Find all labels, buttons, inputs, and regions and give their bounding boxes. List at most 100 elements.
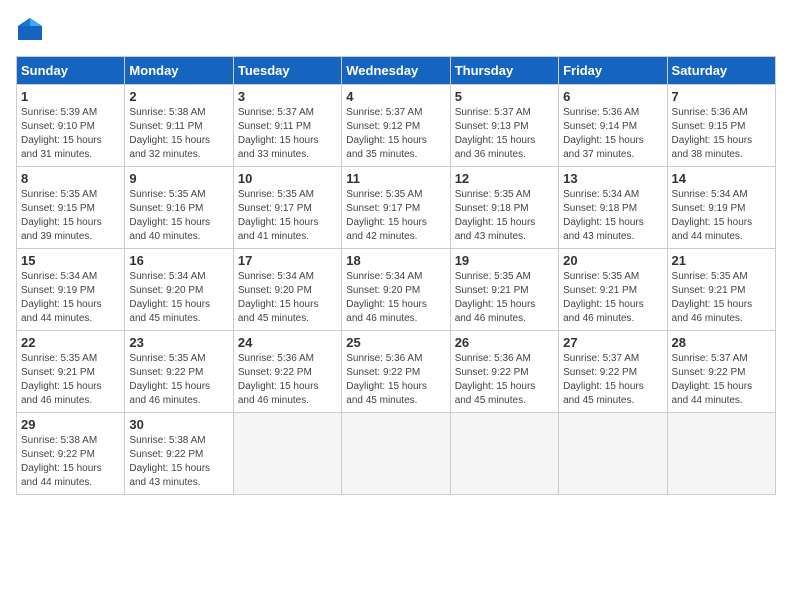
- calendar-day: 23 Sunrise: 5:35 AMSunset: 9:22 PMDaylig…: [125, 331, 233, 413]
- calendar-day: 24 Sunrise: 5:36 AMSunset: 9:22 PMDaylig…: [233, 331, 341, 413]
- calendar-day: 3 Sunrise: 5:37 AMSunset: 9:11 PMDayligh…: [233, 85, 341, 167]
- day-number: 14: [672, 171, 771, 186]
- day-info: Sunrise: 5:35 AMSunset: 9:21 PMDaylight:…: [672, 270, 771, 326]
- day-info: Sunrise: 5:38 AMSunset: 9:11 PMDaylight:…: [129, 106, 228, 162]
- day-info: Sunrise: 5:34 AMSunset: 9:20 PMDaylight:…: [238, 270, 337, 326]
- calendar-day: 30 Sunrise: 5:38 AMSunset: 9:22 PMDaylig…: [125, 413, 233, 495]
- day-number: 30: [129, 417, 228, 432]
- day-number: 17: [238, 253, 337, 268]
- calendar-day: 20 Sunrise: 5:35 AMSunset: 9:21 PMDaylig…: [559, 249, 667, 331]
- day-info: Sunrise: 5:37 AMSunset: 9:22 PMDaylight:…: [672, 352, 771, 408]
- header-day: Sunday: [17, 57, 125, 85]
- day-number: 13: [563, 171, 662, 186]
- day-info: Sunrise: 5:38 AMSunset: 9:22 PMDaylight:…: [129, 434, 228, 490]
- day-info: Sunrise: 5:35 AMSunset: 9:21 PMDaylight:…: [563, 270, 662, 326]
- calendar-day: 10 Sunrise: 5:35 AMSunset: 9:17 PMDaylig…: [233, 167, 341, 249]
- day-info: Sunrise: 5:35 AMSunset: 9:15 PMDaylight:…: [21, 188, 120, 244]
- calendar-day: 17 Sunrise: 5:34 AMSunset: 9:20 PMDaylig…: [233, 249, 341, 331]
- day-info: Sunrise: 5:34 AMSunset: 9:18 PMDaylight:…: [563, 188, 662, 244]
- day-info: Sunrise: 5:34 AMSunset: 9:19 PMDaylight:…: [672, 188, 771, 244]
- day-number: 10: [238, 171, 337, 186]
- calendar-week: 1 Sunrise: 5:39 AMSunset: 9:10 PMDayligh…: [17, 85, 776, 167]
- logo-icon: [16, 16, 44, 44]
- calendar-day: 18 Sunrise: 5:34 AMSunset: 9:20 PMDaylig…: [342, 249, 450, 331]
- calendar-day: [667, 413, 775, 495]
- day-number: 2: [129, 89, 228, 104]
- day-number: 18: [346, 253, 445, 268]
- calendar-day: 16 Sunrise: 5:34 AMSunset: 9:20 PMDaylig…: [125, 249, 233, 331]
- day-number: 29: [21, 417, 120, 432]
- calendar-week: 15 Sunrise: 5:34 AMSunset: 9:19 PMDaylig…: [17, 249, 776, 331]
- header-day: Saturday: [667, 57, 775, 85]
- day-number: 24: [238, 335, 337, 350]
- logo: [16, 16, 48, 44]
- calendar-day: 1 Sunrise: 5:39 AMSunset: 9:10 PMDayligh…: [17, 85, 125, 167]
- day-info: Sunrise: 5:34 AMSunset: 9:19 PMDaylight:…: [21, 270, 120, 326]
- day-info: Sunrise: 5:38 AMSunset: 9:22 PMDaylight:…: [21, 434, 120, 490]
- calendar-day: 21 Sunrise: 5:35 AMSunset: 9:21 PMDaylig…: [667, 249, 775, 331]
- day-number: 28: [672, 335, 771, 350]
- day-info: Sunrise: 5:37 AMSunset: 9:13 PMDaylight:…: [455, 106, 554, 162]
- calendar-day: [450, 413, 558, 495]
- calendar-day: 5 Sunrise: 5:37 AMSunset: 9:13 PMDayligh…: [450, 85, 558, 167]
- calendar-day: 28 Sunrise: 5:37 AMSunset: 9:22 PMDaylig…: [667, 331, 775, 413]
- day-number: 16: [129, 253, 228, 268]
- day-number: 11: [346, 171, 445, 186]
- calendar-day: 12 Sunrise: 5:35 AMSunset: 9:18 PMDaylig…: [450, 167, 558, 249]
- day-number: 3: [238, 89, 337, 104]
- calendar-day: 2 Sunrise: 5:38 AMSunset: 9:11 PMDayligh…: [125, 85, 233, 167]
- day-info: Sunrise: 5:36 AMSunset: 9:22 PMDaylight:…: [346, 352, 445, 408]
- day-info: Sunrise: 5:35 AMSunset: 9:21 PMDaylight:…: [455, 270, 554, 326]
- calendar-day: 19 Sunrise: 5:35 AMSunset: 9:21 PMDaylig…: [450, 249, 558, 331]
- calendar-day: 9 Sunrise: 5:35 AMSunset: 9:16 PMDayligh…: [125, 167, 233, 249]
- day-number: 27: [563, 335, 662, 350]
- day-number: 20: [563, 253, 662, 268]
- header-row: SundayMondayTuesdayWednesdayThursdayFrid…: [17, 57, 776, 85]
- day-info: Sunrise: 5:36 AMSunset: 9:22 PMDaylight:…: [455, 352, 554, 408]
- calendar-day: 6 Sunrise: 5:36 AMSunset: 9:14 PMDayligh…: [559, 85, 667, 167]
- day-info: Sunrise: 5:39 AMSunset: 9:10 PMDaylight:…: [21, 106, 120, 162]
- calendar-table: SundayMondayTuesdayWednesdayThursdayFrid…: [16, 56, 776, 495]
- calendar-day: [233, 413, 341, 495]
- day-number: 12: [455, 171, 554, 186]
- day-info: Sunrise: 5:35 AMSunset: 9:21 PMDaylight:…: [21, 352, 120, 408]
- calendar-week: 8 Sunrise: 5:35 AMSunset: 9:15 PMDayligh…: [17, 167, 776, 249]
- day-number: 23: [129, 335, 228, 350]
- day-number: 1: [21, 89, 120, 104]
- day-number: 6: [563, 89, 662, 104]
- page-header: [16, 16, 776, 44]
- day-info: Sunrise: 5:34 AMSunset: 9:20 PMDaylight:…: [346, 270, 445, 326]
- calendar-body: 1 Sunrise: 5:39 AMSunset: 9:10 PMDayligh…: [17, 85, 776, 495]
- day-number: 15: [21, 253, 120, 268]
- day-info: Sunrise: 5:37 AMSunset: 9:22 PMDaylight:…: [563, 352, 662, 408]
- day-info: Sunrise: 5:35 AMSunset: 9:16 PMDaylight:…: [129, 188, 228, 244]
- day-info: Sunrise: 5:35 AMSunset: 9:22 PMDaylight:…: [129, 352, 228, 408]
- calendar-day: 7 Sunrise: 5:36 AMSunset: 9:15 PMDayligh…: [667, 85, 775, 167]
- header-day: Monday: [125, 57, 233, 85]
- calendar-day: 14 Sunrise: 5:34 AMSunset: 9:19 PMDaylig…: [667, 167, 775, 249]
- day-number: 8: [21, 171, 120, 186]
- day-info: Sunrise: 5:35 AMSunset: 9:17 PMDaylight:…: [238, 188, 337, 244]
- day-number: 26: [455, 335, 554, 350]
- day-number: 7: [672, 89, 771, 104]
- calendar-day: [342, 413, 450, 495]
- calendar-day: 11 Sunrise: 5:35 AMSunset: 9:17 PMDaylig…: [342, 167, 450, 249]
- day-number: 21: [672, 253, 771, 268]
- calendar-day: 29 Sunrise: 5:38 AMSunset: 9:22 PMDaylig…: [17, 413, 125, 495]
- day-number: 9: [129, 171, 228, 186]
- day-info: Sunrise: 5:37 AMSunset: 9:12 PMDaylight:…: [346, 106, 445, 162]
- calendar-day: 25 Sunrise: 5:36 AMSunset: 9:22 PMDaylig…: [342, 331, 450, 413]
- calendar-day: 13 Sunrise: 5:34 AMSunset: 9:18 PMDaylig…: [559, 167, 667, 249]
- calendar-day: 27 Sunrise: 5:37 AMSunset: 9:22 PMDaylig…: [559, 331, 667, 413]
- calendar-day: 22 Sunrise: 5:35 AMSunset: 9:21 PMDaylig…: [17, 331, 125, 413]
- calendar-day: 26 Sunrise: 5:36 AMSunset: 9:22 PMDaylig…: [450, 331, 558, 413]
- header-day: Wednesday: [342, 57, 450, 85]
- day-number: 5: [455, 89, 554, 104]
- day-info: Sunrise: 5:37 AMSunset: 9:11 PMDaylight:…: [238, 106, 337, 162]
- header-day: Tuesday: [233, 57, 341, 85]
- day-number: 25: [346, 335, 445, 350]
- day-info: Sunrise: 5:35 AMSunset: 9:18 PMDaylight:…: [455, 188, 554, 244]
- day-info: Sunrise: 5:35 AMSunset: 9:17 PMDaylight:…: [346, 188, 445, 244]
- calendar-day: 15 Sunrise: 5:34 AMSunset: 9:19 PMDaylig…: [17, 249, 125, 331]
- calendar-day: 8 Sunrise: 5:35 AMSunset: 9:15 PMDayligh…: [17, 167, 125, 249]
